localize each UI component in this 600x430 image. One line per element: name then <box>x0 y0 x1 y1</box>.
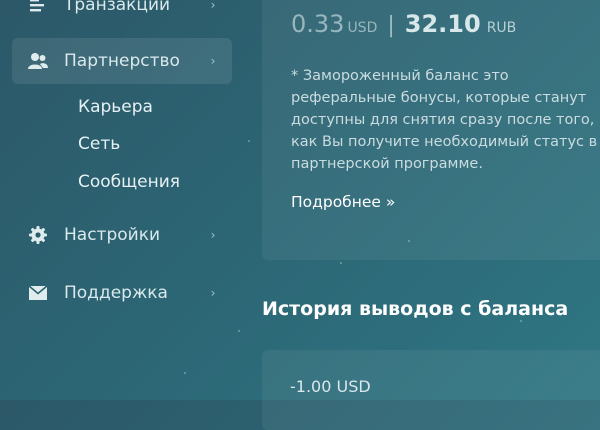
balance-usd-currency: USD <box>347 20 378 36</box>
frozen-balance-card: 0.33 USD | 32.10 RUB * Замороженный бала… <box>262 0 600 260</box>
sidebar: Транзакции › Партнерство › Карьера Сеть … <box>0 0 240 400</box>
gear-icon <box>28 225 48 245</box>
sidebar-item-support[interactable]: Поддержка › <box>12 270 232 316</box>
submenu-item-career[interactable]: Карьера <box>78 97 153 117</box>
transactions-icon <box>28 0 48 15</box>
submenu-item-messages[interactable]: Сообщения <box>78 172 180 192</box>
more-info-link[interactable]: Подробнее » <box>291 193 395 211</box>
chevron-right-icon: › <box>210 228 216 242</box>
sidebar-item-partnership[interactable]: Партнерство › <box>12 38 232 84</box>
balance-rub-value: 32.10 <box>404 10 481 38</box>
chevron-right-icon: › <box>210 286 216 300</box>
balance-usd-value: 0.33 <box>291 10 345 38</box>
partners-icon <box>28 51 48 71</box>
sidebar-item-transactions[interactable]: Транзакции › <box>12 0 232 28</box>
balance-rub-currency: RUB <box>486 20 517 36</box>
sidebar-item-label: Поддержка <box>64 283 168 303</box>
sidebar-item-label: Партнерство <box>64 51 180 71</box>
mail-icon <box>28 283 48 303</box>
submenu-item-network[interactable]: Сеть <box>78 134 120 154</box>
withdrawal-history-card: -1.00 USD <box>262 350 600 430</box>
withdrawal-amount: -1.00 USD <box>290 377 371 396</box>
sidebar-item-label: Настройки <box>64 225 161 245</box>
balance-separator: | <box>387 13 395 38</box>
withdrawal-history-title: История выводов с баланса <box>262 298 569 320</box>
sidebar-item-label: Транзакции <box>64 0 171 15</box>
frozen-balance-note: * Замороженный баланс это реферальные бо… <box>291 68 598 172</box>
balance-values: 0.33 USD | 32.10 RUB <box>291 10 516 38</box>
chevron-right-icon: › <box>210 54 216 68</box>
sidebar-item-settings[interactable]: Настройки › <box>12 212 232 258</box>
chevron-right-icon: › <box>210 0 216 12</box>
